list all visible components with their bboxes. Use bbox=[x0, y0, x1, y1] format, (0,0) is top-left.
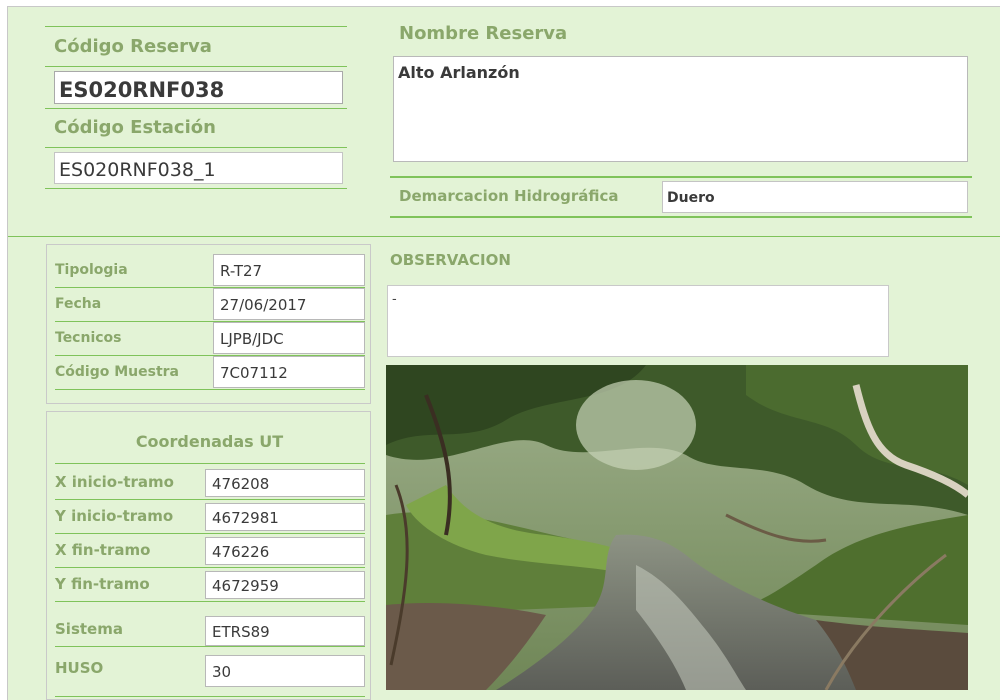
divider bbox=[45, 188, 347, 189]
info-key: Tecnicos bbox=[55, 330, 122, 346]
coord-row-y-fin: Y fin-tramo 4672959 bbox=[55, 568, 370, 602]
coord-row-sistema: Sistema ETRS89 bbox=[55, 613, 370, 647]
forest-stream-photo bbox=[386, 365, 968, 690]
coord-key: Sistema bbox=[55, 620, 123, 638]
demarcacion-label: Demarcacion Hidrográfica bbox=[399, 187, 619, 205]
coord-row-y-inicio: Y inicio-tramo 4672981 bbox=[55, 500, 370, 534]
demarcacion-value: Duero bbox=[667, 190, 715, 206]
sample-info-panel: Tipologia R-T27 Fecha 27/06/2017 Tecnico… bbox=[46, 244, 371, 404]
observacion-field: - bbox=[387, 285, 889, 357]
info-key: Fecha bbox=[55, 296, 102, 312]
info-row-tecnicos: Tecnicos LJPB/JDC bbox=[55, 322, 365, 356]
divider bbox=[45, 108, 347, 109]
info-value: 7C07112 bbox=[213, 356, 365, 388]
info-value: 27/06/2017 bbox=[213, 288, 365, 320]
divider bbox=[45, 26, 347, 27]
demarcacion-field: Duero bbox=[662, 181, 968, 213]
coord-row-x-inicio: X inicio-tramo 476208 bbox=[55, 466, 370, 500]
coord-value: ETRS89 bbox=[205, 616, 365, 646]
info-key: Tipologia bbox=[55, 262, 128, 278]
coordinates-panel: Coordenadas UT X inicio-tramo 476208 Y i… bbox=[46, 411, 371, 700]
coord-key: Y inicio-tramo bbox=[55, 507, 174, 525]
divider bbox=[390, 216, 972, 218]
codigo-estacion-label: Código Estación bbox=[54, 117, 216, 138]
divider bbox=[390, 176, 972, 178]
observacion-label: OBSERVACION bbox=[390, 251, 511, 269]
coord-value: 476208 bbox=[205, 469, 365, 497]
codigo-reserva-label: Código Reserva bbox=[54, 36, 212, 57]
coord-value: 4672959 bbox=[205, 571, 365, 599]
nombre-reserva-field: Alto Arlanzón bbox=[393, 56, 968, 162]
nombre-reserva-value: Alto Arlanzón bbox=[398, 63, 520, 82]
coord-key: Y fin-tramo bbox=[55, 575, 150, 593]
info-row-fecha: Fecha 27/06/2017 bbox=[55, 288, 365, 322]
nombre-reserva-label: Nombre Reserva bbox=[399, 23, 568, 44]
coord-key: HUSO bbox=[55, 659, 104, 677]
coord-value: 476226 bbox=[205, 537, 365, 565]
info-row-codigo-muestra: Código Muestra 7C07112 bbox=[55, 356, 365, 390]
coord-row-x-fin: X fin-tramo 476226 bbox=[55, 534, 370, 568]
section-divider bbox=[8, 236, 1000, 237]
divider bbox=[45, 147, 347, 148]
codigo-estacion-field: ES020RNF038_1 bbox=[54, 152, 343, 184]
coordinates-title: Coordenadas UT bbox=[135, 432, 284, 451]
coord-value: 30 bbox=[205, 655, 365, 687]
coord-value: 4672981 bbox=[205, 503, 365, 531]
coord-row-huso: HUSO 30 bbox=[55, 652, 370, 687]
info-row-tipologia: Tipologia R-T27 bbox=[55, 254, 365, 288]
observacion-value: - bbox=[392, 292, 397, 307]
info-value: R-T27 bbox=[213, 254, 365, 286]
coord-key: X fin-tramo bbox=[55, 541, 151, 559]
codigo-reserva-field: ES020RNF038 bbox=[54, 71, 343, 104]
codigo-estacion-value: ES020RNF038_1 bbox=[59, 159, 216, 181]
coord-key: X inicio-tramo bbox=[55, 473, 174, 491]
info-key: Código Muestra bbox=[55, 364, 179, 380]
info-value: LJPB/JDC bbox=[213, 322, 365, 354]
codigo-reserva-value: ES020RNF038 bbox=[59, 78, 225, 102]
divider bbox=[45, 66, 347, 67]
